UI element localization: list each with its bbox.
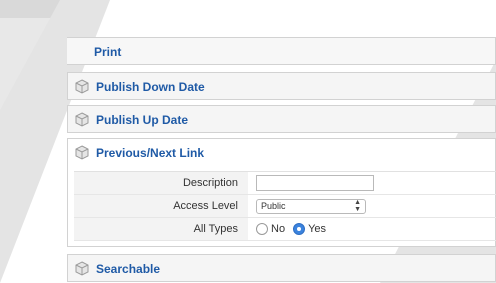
access-level-select[interactable]: Public ▲ ▼ <box>256 198 366 214</box>
panel-publish-down-date[interactable]: Publish Down Date <box>67 72 496 100</box>
panel-publish-down-header[interactable]: Publish Down Date <box>68 73 495 101</box>
description-label: Description <box>74 172 248 194</box>
row-description: Description <box>74 172 496 195</box>
panel-publish-down-title: Publish Down Date <box>96 80 205 94</box>
radio-no[interactable]: No <box>256 223 285 235</box>
panel-print[interactable]: Print <box>67 37 496 65</box>
cube-icon <box>74 261 90 277</box>
radio-yes-dot[interactable] <box>293 223 306 235</box>
settings-table: Description Access Level Public ▲ ▼ All T… <box>74 171 496 241</box>
access-level-value: Public <box>261 201 286 211</box>
cube-icon <box>74 145 90 161</box>
all-types-label: All Types <box>74 218 248 240</box>
radio-no-dot[interactable] <box>256 223 268 235</box>
radio-yes[interactable]: Yes <box>293 223 326 235</box>
cube-icon <box>74 79 90 95</box>
panel-print-header[interactable]: Print <box>67 38 495 66</box>
description-input[interactable] <box>256 175 374 191</box>
chevron-updown-icon: ▲ ▼ <box>354 199 361 213</box>
panel-searchable-header[interactable]: Searchable <box>68 255 495 283</box>
radio-no-label: No <box>271 223 286 235</box>
panel-searchable-title: Searchable <box>96 262 161 276</box>
panel-publish-up-date[interactable]: Publish Up Date <box>67 105 496 133</box>
row-access-level: Access Level Public ▲ ▼ <box>74 195 496 218</box>
cube-icon <box>74 112 90 128</box>
panel-publish-up-title: Publish Up Date <box>96 113 189 127</box>
row-all-types: All Types No Yes <box>74 218 496 241</box>
radio-yes-label: Yes <box>308 223 327 235</box>
panel-print-title: Print <box>94 45 122 59</box>
panel-previous-next-title: Previous/Next Link <box>96 146 205 160</box>
panel-previous-next-header[interactable]: Previous/Next Link <box>68 139 495 167</box>
panel-searchable[interactable]: Searchable <box>67 254 496 282</box>
access-level-label: Access Level <box>74 195 248 217</box>
panel-previous-next-link: Previous/Next Link Description Access Le… <box>67 138 496 247</box>
panel-publish-up-header[interactable]: Publish Up Date <box>68 106 495 134</box>
